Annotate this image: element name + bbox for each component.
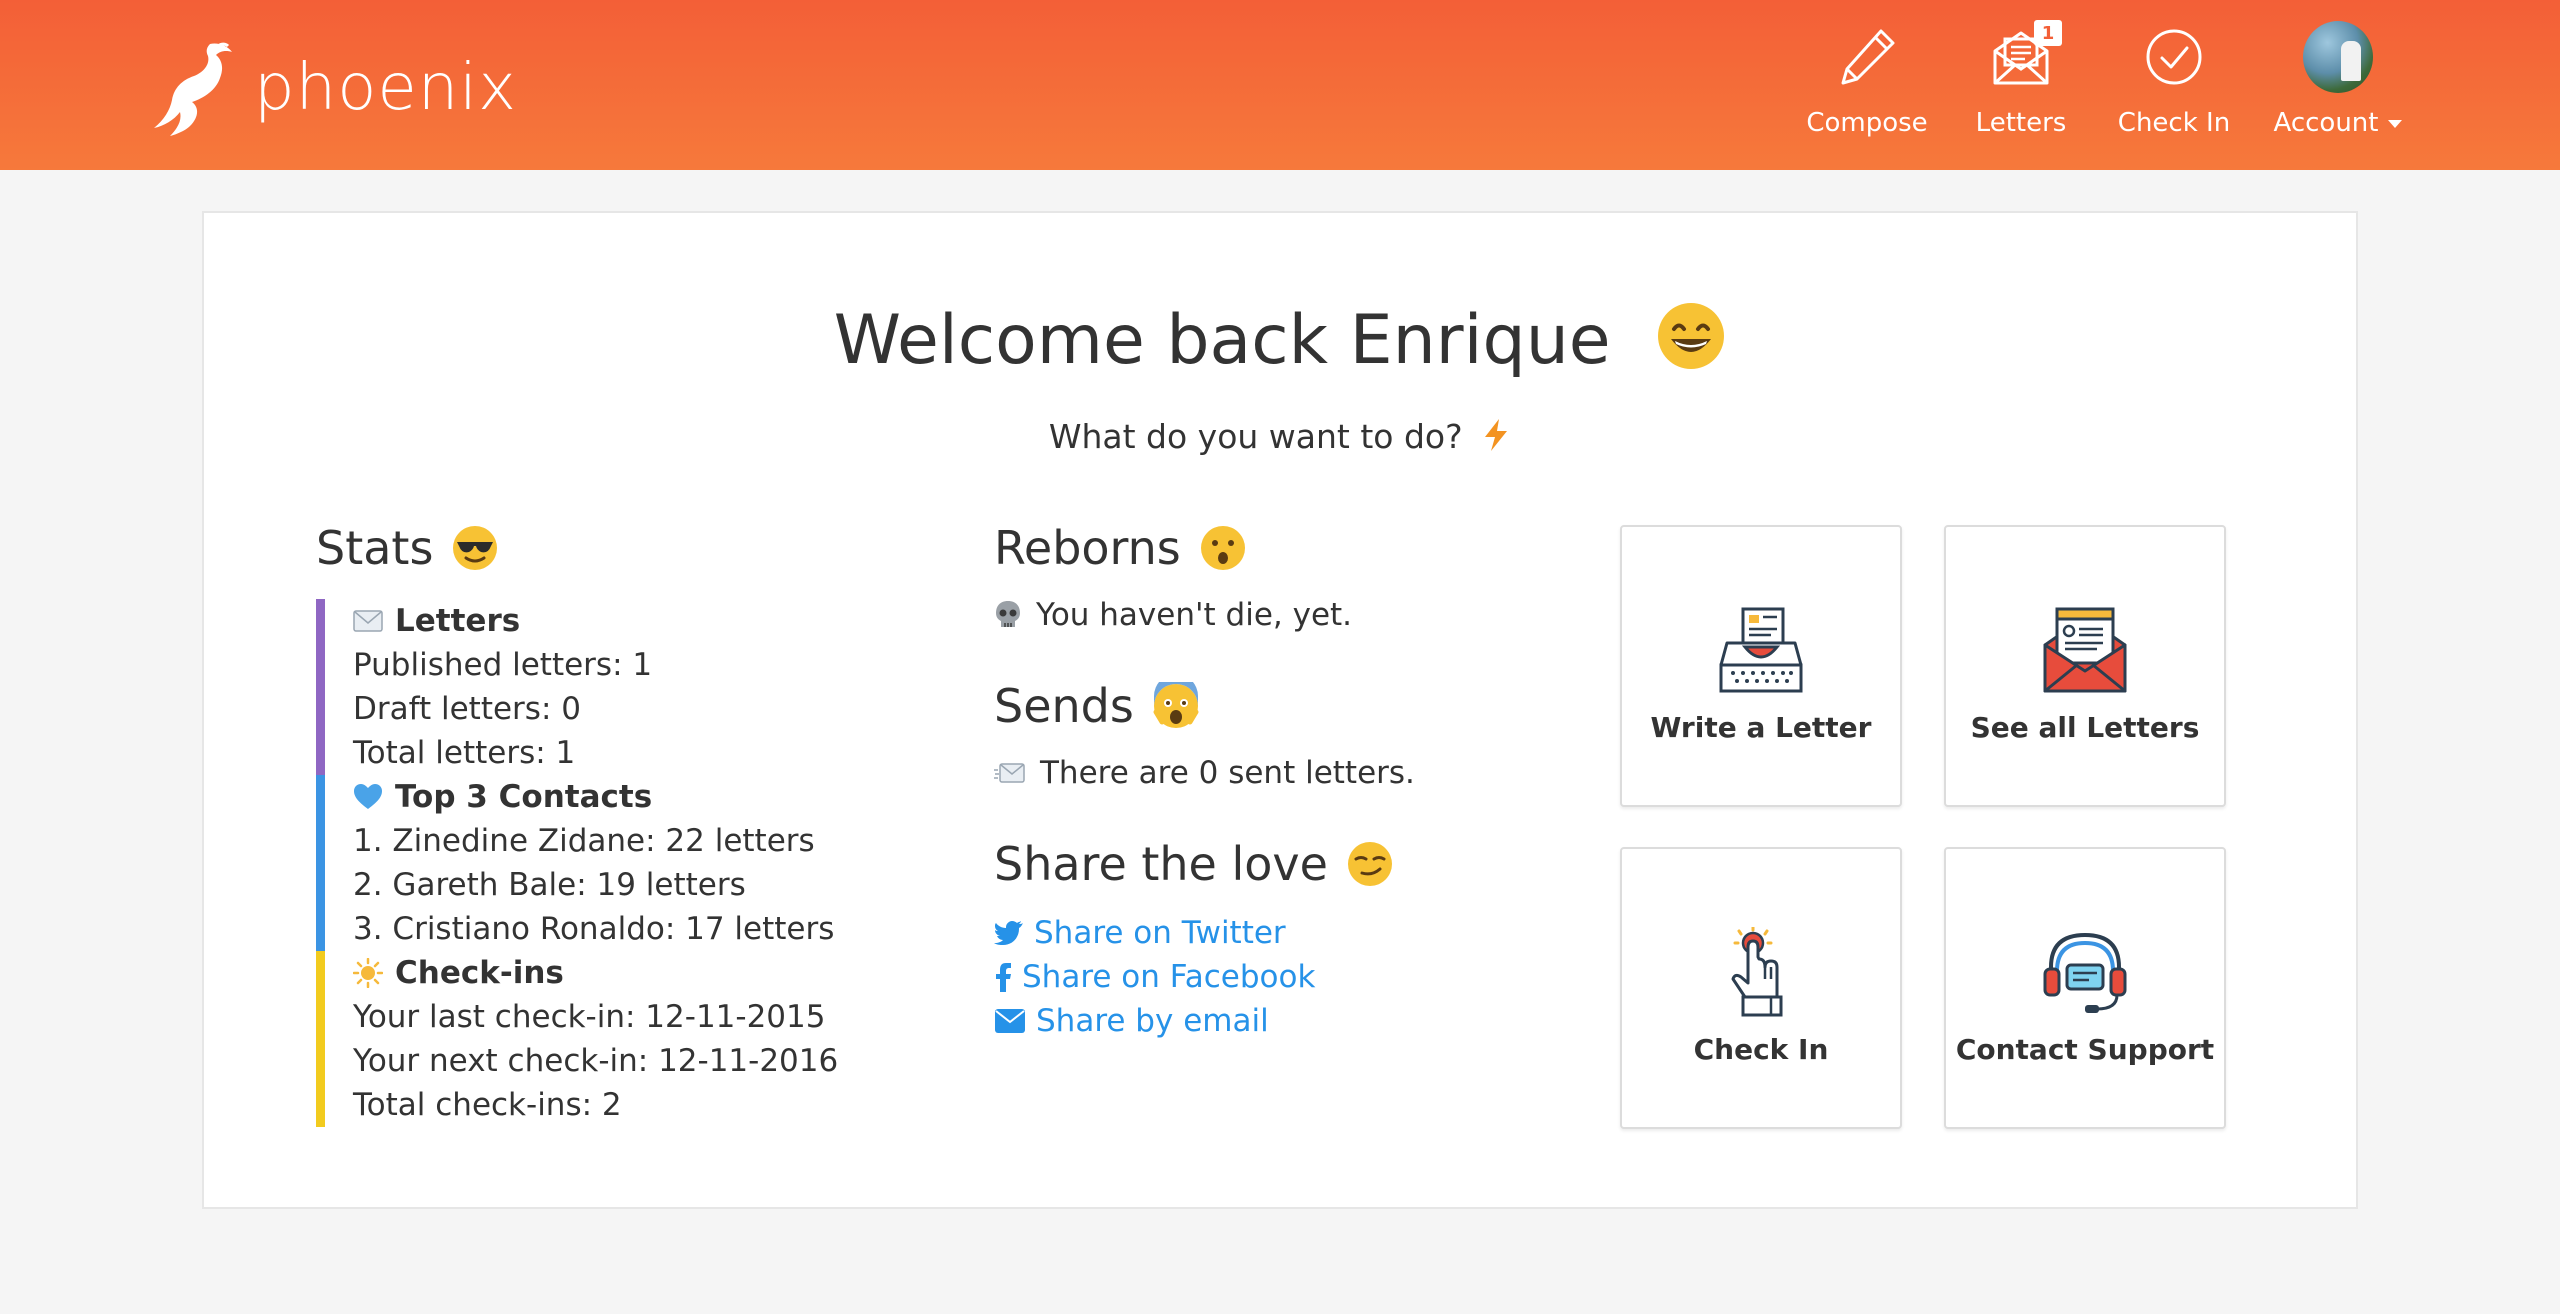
nav-letters[interactable]: 1 Letters — [1960, 20, 2082, 150]
stats-total-checkins: Total check-ins: 2 — [353, 1087, 622, 1123]
stats-letters-heading: Letters — [353, 599, 876, 643]
tap-hand-icon — [1731, 927, 1783, 1017]
nav-letters-label: Letters — [1975, 108, 2067, 138]
check-circle-icon — [2139, 22, 2209, 92]
surprised-emoji-icon — [1200, 526, 1245, 570]
facebook-icon — [996, 963, 1011, 992]
stats-contacts-group: Top 3 Contacts 1. Zinedine Zidane: 22 le… — [316, 775, 876, 951]
letters-count-badge: 1 — [2034, 20, 2062, 46]
stats-next-checkin: Your next check-in: 12-11-2016 — [353, 1043, 839, 1079]
headset-support-icon — [2043, 932, 2127, 1013]
nav-compose[interactable]: Compose — [1800, 22, 1934, 150]
nav-checkin-label: Check In — [2117, 108, 2231, 138]
contact-support-tile[interactable]: Contact Support — [1944, 847, 2226, 1129]
contact-item: 3. Cristiano Ronaldo: 17 letters — [353, 911, 835, 947]
smirk-emoji-icon — [1347, 842, 1392, 886]
see-all-letters-label: See all Letters — [1970, 711, 2200, 744]
nav-account[interactable]: Account — [2264, 21, 2412, 150]
reborns-heading: Reborns — [994, 521, 1247, 575]
brand-logo[interactable]: phoenix — [148, 38, 517, 138]
sends-text: There are 0 sent letters. — [994, 755, 1415, 791]
caret-down-icon — [2388, 119, 2403, 128]
lightning-icon — [1485, 418, 1508, 451]
nav-checkin[interactable]: Check In — [2112, 22, 2236, 150]
sends-heading: Sends — [994, 679, 1200, 733]
welcome-subtitle: What do you want to do? — [204, 417, 2356, 456]
share-email-link[interactable]: Share by email — [994, 1003, 1269, 1039]
sunglasses-emoji-icon — [453, 526, 498, 570]
share-facebook-link[interactable]: Share on Facebook — [994, 959, 1315, 995]
stats-published-letters: Published letters: 1 — [353, 647, 653, 683]
stats-checkins-heading: Check-ins — [353, 951, 876, 995]
top-navbar: phoenix Compose 1 Letters Check In Accou… — [0, 0, 2560, 170]
contact-support-label: Contact Support — [1955, 1033, 2215, 1066]
see-all-letters-tile[interactable]: See all Letters — [1944, 525, 2226, 807]
write-letter-label: Write a Letter — [1650, 711, 1872, 744]
stats-letters-group: Letters Published letters: 1 Draft lette… — [316, 599, 876, 775]
grinning-emoji-icon — [1658, 303, 1725, 370]
write-letter-tile[interactable]: Write a Letter — [1620, 525, 1902, 807]
sun-icon — [353, 958, 383, 988]
reborns-text: You haven't die, yet. — [994, 597, 1352, 633]
typewriter-icon — [1719, 607, 1803, 693]
dashboard-card: Welcome back Enrique What do you want to… — [202, 211, 2358, 1209]
brand-name: phoenix — [254, 51, 517, 125]
skull-icon — [996, 601, 1020, 627]
check-in-tile[interactable]: Check In — [1620, 847, 1902, 1129]
stats-last-checkin: Your last check-in: 12-11-2015 — [353, 999, 826, 1035]
contact-item: 1. Zinedine Zidane: 22 letters — [353, 823, 815, 859]
share-twitter-link[interactable]: Share on Twitter — [994, 915, 1286, 951]
pencil-icon — [1832, 22, 1902, 92]
contact-item: 2. Gareth Bale: 19 letters — [353, 867, 746, 903]
envelope-icon: 1 — [1986, 20, 2062, 92]
outgoing-envelope-icon — [994, 763, 1025, 783]
nav-account-label: Account — [2274, 108, 2403, 138]
stats-draft-letters: Draft letters: 0 — [353, 691, 581, 727]
stats-checkins-group: Check-ins Your last check-in: 12-11-2015… — [316, 951, 876, 1127]
phoenix-bird-icon — [154, 42, 232, 137]
twitter-icon — [994, 921, 1023, 945]
share-heading: Share the love — [994, 837, 1394, 891]
nav-compose-label: Compose — [1806, 108, 1928, 138]
stats-contacts-heading: Top 3 Contacts — [353, 775, 876, 819]
open-letter-icon — [2043, 607, 2127, 693]
avatar — [2303, 21, 2373, 93]
blue-heart-icon — [354, 784, 382, 809]
screaming-emoji-icon — [1153, 682, 1199, 728]
check-in-label: Check In — [1693, 1033, 1829, 1066]
email-icon — [995, 1009, 1025, 1033]
stats-heading: Stats — [316, 521, 499, 575]
envelope-emoji-icon — [353, 610, 383, 632]
stats-total-letters: Total letters: 1 — [353, 735, 576, 771]
account-avatar — [2303, 21, 2373, 93]
welcome-title: Welcome back Enrique — [204, 301, 2356, 380]
